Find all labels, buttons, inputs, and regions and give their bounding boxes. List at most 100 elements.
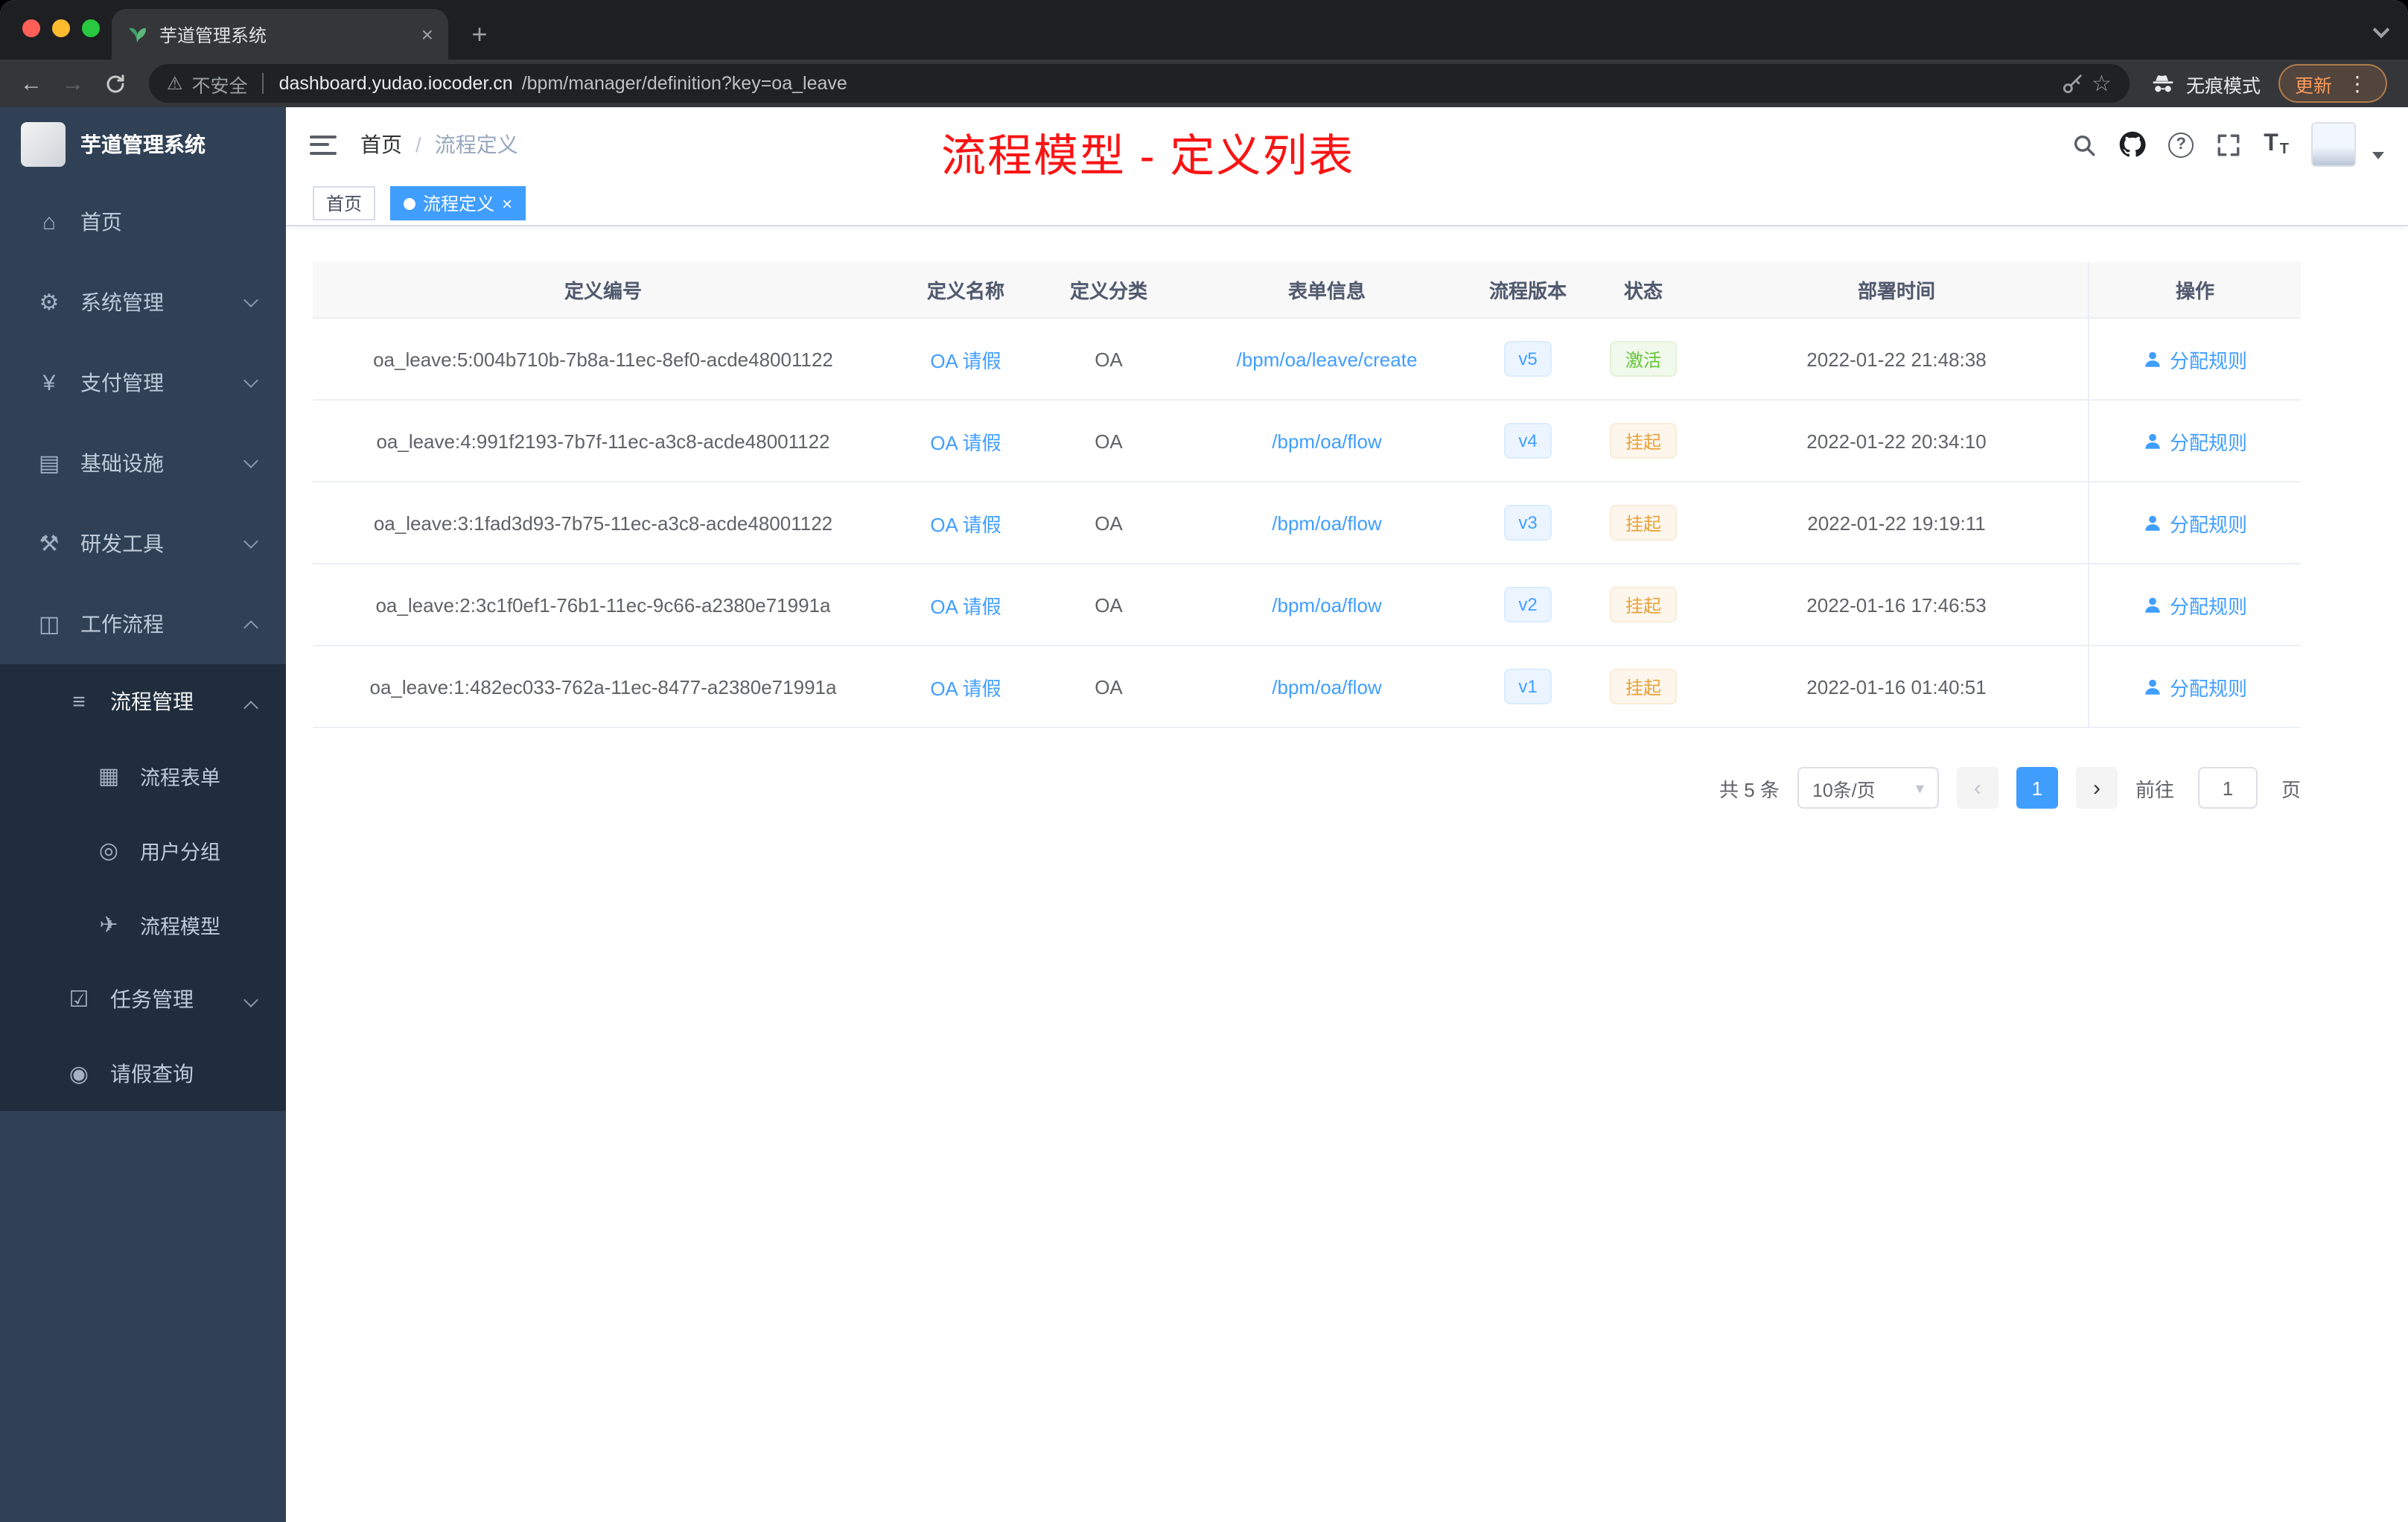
assign-rule-button[interactable]: 分配规则 [2143,427,2247,455]
prev-page-button[interactable]: ‹ [1956,767,1998,809]
sidebar-collapse-icon[interactable] [310,135,337,154]
menu-item-label: 流程管理 [110,690,194,713]
version-badge: v1 [1503,669,1552,704]
user-avatar[interactable] [2311,122,2356,167]
sidebar-menu-item[interactable]: ⚒ 研发工具 [0,503,286,584]
page-number-button[interactable]: 1 [2016,767,2058,809]
sidebar-menu-item[interactable]: ⚙ 系统管理 [0,262,286,343]
menu-item-icon: ▤ [38,451,60,477]
cell-form-info: /bpm/oa/flow [1179,564,1474,645]
security-warning-icon[interactable]: ⚠ [167,73,183,94]
definition-name-link[interactable]: OA 请假 [930,345,1001,373]
sidebar-menu-item-process-mgmt[interactable]: ≡ 流程管理 [0,664,286,739]
browser-window: 芋道管理系统 × + ← → ⚠ 不安全 dashboard.yudao.ioc… [0,0,2408,1522]
chevron-icon [243,293,258,308]
assign-rule-label: 分配规则 [2169,431,2247,453]
goto-page-input[interactable] [2197,767,2258,809]
page-size-select[interactable]: 10条/页 ▾ [1797,767,1939,809]
cell-actions: 分配规则 [2088,483,2301,563]
sidebar-submenu-item[interactable]: ◎ 用户分组 [0,813,286,888]
cell-deploy-time: 2022-01-22 19:19:11 [1807,512,1986,534]
password-key-icon[interactable] [2060,72,2083,95]
sidebar-menu-item[interactable]: ◫ 工作流程 [0,584,286,664]
cell-deploy-time: 2022-01-16 01:40:51 [1806,675,1987,698]
address-bar[interactable]: ⚠ 不安全 dashboard.yudao.iocoder.cn/bpm/man… [149,64,2130,103]
avatar-caret-icon[interactable] [2372,151,2384,159]
assign-rule-button[interactable]: 分配规则 [2143,672,2247,701]
assign-rule-button[interactable]: 分配规则 [2143,345,2247,373]
cell-definition-id: oa_leave:4:991f2193-7b7f-11ec-a3c8-acde4… [376,430,830,452]
browser-menu-icon[interactable]: ⋮ [2344,71,2371,96]
active-dot-icon [404,197,416,209]
forward-button[interactable]: → [54,64,92,103]
tag-home[interactable]: 首页 [313,186,376,220]
tag-current[interactable]: 流程定义 × [390,186,526,220]
definition-name-link[interactable]: OA 请假 [930,427,1001,455]
definition-name-link[interactable]: OA 请假 [930,509,1001,537]
cell-definition-name: OA 请假 [894,483,1038,563]
col-header: 表单信息 [1287,280,1366,302]
help-icon[interactable]: ? [2168,132,2194,157]
version-badge: v4 [1503,423,1552,459]
tag-close-icon[interactable]: × [502,193,512,214]
assign-rule-button[interactable]: 分配规则 [2143,509,2247,537]
definition-name-link[interactable]: OA 请假 [930,672,1001,701]
cell-actions: 分配规则 [2088,319,2301,399]
fullscreen-icon[interactable] [2216,132,2241,157]
sidebar-menu-item[interactable]: ☑ 任务管理 [0,962,286,1037]
form-link[interactable]: /bpm/oa/leave/create [1237,348,1418,370]
definition-name-link[interactable]: OA 请假 [930,590,1001,619]
assign-rule-label: 分配规则 [2169,677,2247,699]
url-path: /bpm/manager/definition?key=oa_leave [521,73,847,94]
form-link[interactable]: /bpm/oa/flow [1272,675,1381,698]
sidebar-menu-item[interactable]: ¥ 支付管理 [0,343,286,423]
github-icon[interactable] [2119,131,2146,158]
cell-category: OA [1095,348,1123,370]
cell-category: OA [1095,593,1123,616]
maximize-window-button[interactable] [82,19,100,37]
breadcrumb-home[interactable]: 首页 [360,130,402,159]
chevron-icon [243,993,258,1007]
app-logo-row: 芋道管理系统 [0,107,286,182]
app-title: 芋道管理系统 [80,133,206,156]
form-link[interactable]: /bpm/oa/flow [1272,593,1381,616]
sidebar-menu-item[interactable]: ◉ 请假查询 [0,1037,286,1111]
update-chrome-button[interactable]: 更新 ⋮ [2278,64,2387,103]
cell-deploy-time: 2022-01-16 17:46:53 [1806,593,1987,616]
browser-tab[interactable]: 芋道管理系统 × [112,9,448,60]
search-icon[interactable] [2071,132,2097,157]
app-root: 芋道管理系统 ⌂ 首页 ⚙ 系统管理 ¥ 支付管理 ▤ 基础设施 ⚒ 研发工具 … [0,107,2408,1522]
form-link[interactable]: /bpm/oa/flow [1272,430,1381,452]
sidebar-submenu-item[interactable]: ▦ 流程表单 [0,739,286,813]
incognito-badge: 无痕模式 [2150,69,2261,98]
assign-rule-button[interactable]: 分配规则 [2143,590,2247,619]
pagination-bar: 共 5 条 10条/页 ▾ ‹ 1 › 前往 页 [313,767,2301,809]
new-tab-button[interactable]: + [460,15,499,54]
close-window-button[interactable] [22,19,40,37]
tag-label: 首页 [326,194,363,214]
minimize-window-button[interactable] [52,19,70,37]
status-badge: 挂起 [1610,669,1676,704]
menu-item-label: 流程模型 [140,916,220,938]
tab-close-icon[interactable]: × [421,24,433,45]
sidebar-menu-item[interactable]: ⌂ 首页 [0,182,286,262]
incognito-icon [2150,71,2176,96]
font-size-icon[interactable]: TT [2264,131,2289,158]
sidebar-submenu-item[interactable]: ✈ 流程模型 [0,888,286,962]
user-icon [2145,351,2160,366]
form-link[interactable]: /bpm/oa/flow [1272,512,1381,534]
col-header: 操作 [2088,262,2301,317]
definition-table: 定义编号 定义名称 定义分类 表单信息 流程版本 状态 部署时间 操作 oa_l… [313,262,2301,728]
bookmark-star-icon[interactable]: ☆ [2092,70,2112,97]
next-page-button[interactable]: › [2075,767,2118,809]
menu-item-label: 基础设施 [80,451,164,475]
workflow-lower-items: ☑ 任务管理 ◉ 请假查询 [0,962,286,1111]
incognito-label: 无痕模式 [2185,75,2261,96]
back-button[interactable]: ← [12,64,51,103]
sidebar-menu-item[interactable]: ▤ 基础设施 [0,423,286,503]
menu-item-icon: ▦ [98,764,120,789]
reload-button[interactable] [95,64,134,103]
menu-item-icon: ◎ [98,838,119,864]
tab-search-caret-icon[interactable] [2372,21,2390,39]
main-area: 首页 / 流程定义 流程模型 - 定义列表 ? TT 首页 流程定义 × 定义编… [286,107,2408,1522]
